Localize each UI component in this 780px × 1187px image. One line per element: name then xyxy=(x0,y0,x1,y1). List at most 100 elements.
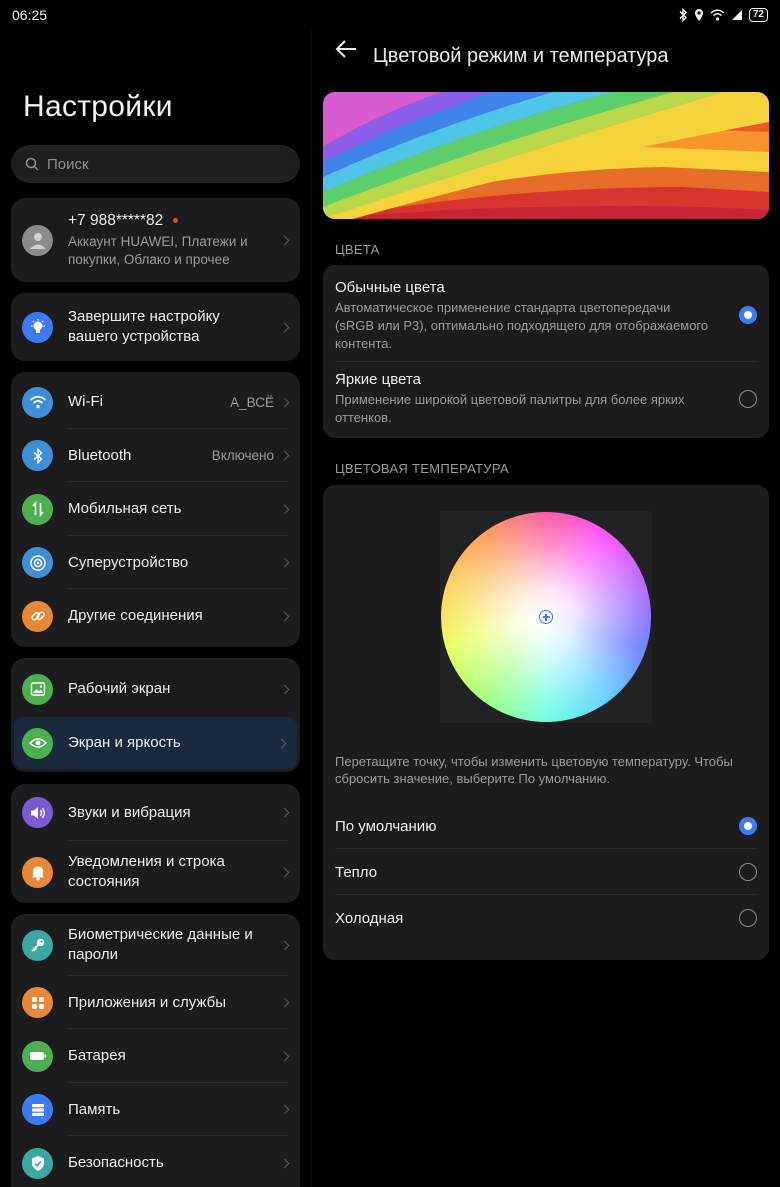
account-phone: +7 988*****82 xyxy=(68,212,164,229)
temp-warm-radio[interactable] xyxy=(739,863,757,881)
sidebar-item-sounds[interactable]: Звуки и вибрация xyxy=(11,784,300,841)
sidebar-item-security[interactable]: Безопасность xyxy=(11,1136,300,1187)
chevron-right-icon xyxy=(279,940,290,950)
mobile-network-label: Мобильная сеть xyxy=(68,500,182,517)
sidebar-item-biometrics[interactable]: Биометрические данные и пароли xyxy=(11,914,300,976)
chevron-right-icon xyxy=(279,397,290,407)
sidebar-item-home-screen[interactable]: Рабочий экран xyxy=(11,661,300,717)
vivid-colors-desc: Применение широкой цветовой палитры для … xyxy=(335,392,685,425)
panel-title: Цветовой режим и температура xyxy=(373,45,669,67)
bluetooth-status-icon xyxy=(679,8,687,22)
wifi-icon xyxy=(29,395,46,409)
battery-indicator: 72 xyxy=(748,8,768,22)
account-text: +7 988*****82 Аккаунт HUAWEI, Платежи и … xyxy=(68,211,248,269)
option-vivid-colors[interactable]: Яркие цвета Применение широкой цветовой … xyxy=(335,371,757,431)
temp-option-cold[interactable]: Холодная xyxy=(335,895,757,941)
link-icon-bg xyxy=(22,600,53,632)
notifications-text: Уведомления и строка состояния xyxy=(68,852,225,892)
account-row[interactable]: +7 988*****82 Аккаунт HUAWEI, Платежи и … xyxy=(11,198,300,282)
mobile-network-icon-bg xyxy=(22,493,53,525)
search-input[interactable] xyxy=(47,155,267,173)
notifications-line2: состояния xyxy=(68,873,140,890)
color-mode-panel: Цветовой режим и температура ЦВЕТА Обычн… xyxy=(312,30,780,1187)
superdevice-label: Суперустройство xyxy=(68,553,189,571)
status-time: 06:25 xyxy=(12,7,48,23)
bell-icon xyxy=(31,866,44,880)
system-group: Биометрические данные и пароли Приложени… xyxy=(11,914,300,1187)
chevron-right-icon xyxy=(279,1051,290,1061)
sidebar-item-storage[interactable]: Память xyxy=(11,1083,300,1136)
chevron-right-icon xyxy=(276,738,287,748)
color-wheel-area[interactable] xyxy=(440,511,652,723)
rainbow-wave-image xyxy=(323,92,769,219)
storage-icon-bg xyxy=(22,1094,53,1125)
sidebar-item-wifi[interactable]: Wi-Fi A_ВСЁ xyxy=(11,375,300,429)
normal-colors-radio[interactable] xyxy=(739,306,757,324)
option-normal-colors[interactable]: Обычные цвета Автоматическое применение … xyxy=(335,279,757,359)
chevron-right-icon xyxy=(279,235,290,245)
chevron-right-icon xyxy=(279,684,290,694)
chevron-right-icon xyxy=(279,867,290,877)
setup-row[interactable]: Завершите настройку вашего устройства xyxy=(11,293,300,361)
lightbulb-icon xyxy=(30,319,45,333)
speaker-icon xyxy=(30,806,45,819)
notifications-line1: Уведомления и строка xyxy=(68,853,225,870)
sidebar-item-apps[interactable]: Приложения и службы xyxy=(11,976,300,1029)
sidebar-item-mobile-network[interactable]: Мобильная сеть xyxy=(11,482,300,536)
display-group: Рабочий экран Экран и яркость xyxy=(11,658,300,772)
temp-cold-label: Холодная xyxy=(335,909,404,927)
temperature-card: Перетащите точку, чтобы изменить цветову… xyxy=(323,485,769,960)
wheel-handle[interactable] xyxy=(539,610,553,624)
wifi-label: Wi-Fi xyxy=(68,393,103,410)
setup-text: Завершите настройку вашего устройства xyxy=(68,307,220,347)
chevron-right-icon xyxy=(279,1104,290,1115)
temp-cold-radio[interactable] xyxy=(739,909,757,927)
sidebar-item-notifications[interactable]: Уведомления и строка состояния xyxy=(11,841,300,903)
biometrics-text: Биометрические данные и пароли xyxy=(68,925,253,965)
color-mode-card: Обычные цвета Автоматическое применение … xyxy=(323,265,769,438)
sidebar-item-display-brightness[interactable]: Экран и яркость xyxy=(14,717,297,769)
biometrics-line2: пароли xyxy=(68,946,118,963)
account-card[interactable]: +7 988*****82 Аккаунт HUAWEI, Платежи и … xyxy=(11,198,300,282)
setup-card[interactable]: Завершите настройку вашего устройства xyxy=(11,293,300,361)
color-temperature-wheel[interactable] xyxy=(441,512,651,722)
storage-icon xyxy=(31,1103,44,1116)
search-icon xyxy=(25,157,39,171)
temp-warm-label: Тепло xyxy=(335,863,378,881)
biometrics-line1: Биометрические данные и xyxy=(68,926,253,943)
chevron-right-icon xyxy=(279,450,290,461)
account-subtitle-line1: Аккаунт HUAWEI, Платежи и xyxy=(68,234,248,249)
link-icon xyxy=(30,611,45,621)
sidebar-item-bluetooth[interactable]: Bluetooth Включено xyxy=(11,429,300,482)
eye-icon-bg xyxy=(22,727,53,759)
divider xyxy=(335,361,757,362)
wifi-value: A_ВСЁ xyxy=(230,394,274,410)
sidebar-item-battery[interactable]: Батарея xyxy=(11,1029,300,1083)
normal-colors-title: Обычные цвета xyxy=(335,279,445,296)
temp-option-warm[interactable]: Тепло xyxy=(335,849,757,895)
battery-label: Батарея xyxy=(68,1047,126,1064)
signal-status-icon xyxy=(731,10,742,20)
search-bar[interactable] xyxy=(11,145,300,183)
temperature-section-label: ЦВЕТОВАЯ ТЕМПЕРАТУРА xyxy=(335,461,509,476)
status-bar: 06:25 72 xyxy=(0,0,780,30)
settings-sidebar: Настройки +7 988*****82 Аккаунт HUAWEI, … xyxy=(0,30,311,1187)
bluetooth-icon xyxy=(33,447,43,464)
chevron-right-icon xyxy=(279,611,290,621)
vivid-colors-radio[interactable] xyxy=(739,390,757,408)
temp-option-default[interactable]: По умолчанию xyxy=(335,803,757,849)
vivid-colors-title: Яркие цвета xyxy=(335,371,421,388)
chevron-right-icon xyxy=(279,557,290,568)
wifi-icon-bg xyxy=(22,386,53,418)
chevron-right-icon xyxy=(279,997,290,1008)
setup-line1: Завершите настройку xyxy=(68,308,220,325)
apps-icon xyxy=(31,996,44,1009)
page-title: Настройки xyxy=(23,90,173,123)
super-device-icon-bg xyxy=(22,547,53,578)
sidebar-item-other-connections[interactable]: Другие соединения xyxy=(11,589,300,643)
back-button[interactable] xyxy=(334,38,358,60)
notification-dot xyxy=(173,218,179,224)
shield-icon-bg xyxy=(22,1147,53,1179)
sidebar-item-superdevice[interactable]: Суперустройство xyxy=(11,536,300,589)
temp-default-radio[interactable] xyxy=(739,817,757,835)
